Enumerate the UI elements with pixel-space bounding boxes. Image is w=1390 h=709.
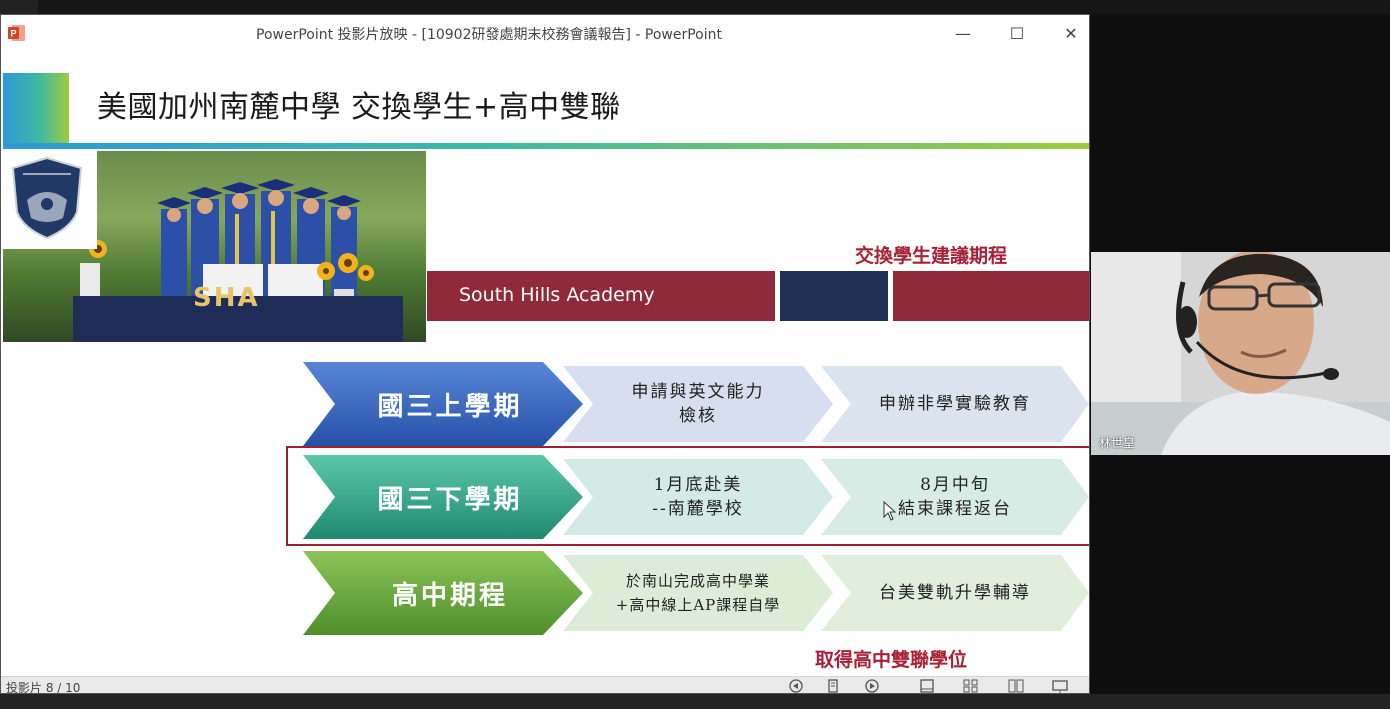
- next-slide-icon[interactable]: [863, 678, 881, 694]
- powerpoint-window: P PowerPoint 投影片放映 - [10902研發處期末校務會議報告] …: [0, 14, 1090, 694]
- title-underline: [3, 143, 1089, 149]
- slideshow-view-icon[interactable]: [1051, 678, 1069, 694]
- slide-title: 美國加州南麓中學 交換學生+高中雙聯: [97, 90, 621, 125]
- step-3-2: 台美雙軌升學輔導: [821, 555, 1089, 631]
- maximize-button[interactable]: ☐: [1002, 21, 1032, 45]
- step-line: 申請與英文能力: [631, 382, 765, 402]
- step-line: --南麓學校: [652, 499, 744, 519]
- step-2-1: 1月底赴美 --南麓學校: [563, 459, 833, 535]
- term-label-3: 高中期程: [391, 580, 508, 611]
- step-3-1: 於南山完成高中學業 +高中線上AP課程自學: [563, 555, 833, 631]
- step-line: 申辦非學實驗教育: [879, 394, 1031, 414]
- participant-name: 林世皇: [1099, 436, 1136, 450]
- title-accent-block: [3, 73, 69, 143]
- navy-banner-segment: [780, 271, 888, 321]
- slide-canvas[interactable]: 美國加州南麓中學 交換學生+高中雙聯 SHA 交換學生建議期程 South Hi…: [3, 51, 1089, 676]
- top-left-stub: [0, 0, 38, 14]
- step-line: +高中線上AP課程自學: [615, 596, 781, 614]
- step-line: 檢核: [679, 406, 717, 426]
- status-bar: 投影片 8 / 10: [1, 676, 1089, 694]
- step-text-1-2: 申辦非學實驗教育: [821, 366, 1089, 442]
- term-arrow-2: 國三下學期: [303, 455, 583, 539]
- term-label-1: 國三上學期: [377, 391, 523, 422]
- suggested-schedule-label: 交換學生建議期程: [855, 245, 1008, 267]
- window-title: PowerPoint 投影片放映 - [10902研發處期末校務會議報告] - …: [256, 27, 722, 43]
- sha-sign: SHA: [193, 283, 260, 313]
- slide-menu-icon[interactable]: [824, 678, 842, 694]
- shield-icon: [11, 156, 83, 240]
- step-text-3-1: 於南山完成高中學業 +高中線上AP課程自學: [563, 555, 833, 631]
- slide-counter: 投影片 8 / 10: [6, 681, 81, 694]
- svg-text:P: P: [10, 29, 16, 39]
- step-line: 台美雙軌升學輔導: [879, 583, 1031, 603]
- participant-video: [1091, 252, 1390, 455]
- term-arrow-1: 國三上學期: [303, 362, 583, 446]
- slide-sorter-icon[interactable]: [962, 678, 980, 694]
- step-line: 結束課程返台: [898, 499, 1012, 519]
- reading-view-icon[interactable]: [1007, 678, 1025, 694]
- previous-slide-icon[interactable]: [787, 678, 805, 694]
- term-arrow-3: 高中期程: [303, 551, 583, 635]
- bottom-screen-strip: [0, 694, 1390, 709]
- result-label: 取得高中雙聯學位: [815, 649, 968, 671]
- top-screen-strip: [0, 0, 1390, 14]
- step-line: 1月底赴美: [653, 475, 743, 495]
- step-2-2: 8月中旬結束課程返台: [821, 459, 1089, 535]
- minimize-button[interactable]: —: [948, 21, 978, 45]
- webcam-feed: 林世皇: [1091, 252, 1390, 455]
- title-bar[interactable]: P PowerPoint 投影片放映 - [10902研發處期末校務會議報告] …: [1, 15, 1089, 50]
- south-hills-logo: [3, 151, 97, 249]
- step-text-1-1: 申請與英文能力 檢核: [563, 366, 833, 442]
- normal-view-icon[interactable]: [918, 678, 936, 694]
- step-text-2-2: 8月中旬結束課程返台: [821, 459, 1089, 535]
- step-text-3-2: 台美雙軌升學輔導: [821, 555, 1089, 631]
- step-1-1: 申請與英文能力 檢核: [563, 366, 833, 442]
- step-1-2: 申辦非學實驗教育: [821, 366, 1089, 442]
- maroon-banner-right: [893, 271, 1089, 321]
- academy-name: South Hills Academy: [459, 284, 655, 306]
- term-label-2: 國三下學期: [377, 484, 523, 515]
- mouse-cursor-icon: [883, 501, 897, 521]
- step-line: 於南山完成高中學業: [625, 572, 770, 590]
- step-text-2-1: 1月底赴美 --南麓學校: [563, 459, 833, 535]
- step-line: 8月中旬: [920, 475, 990, 495]
- powerpoint-app-icon: P: [8, 25, 25, 41]
- close-button[interactable]: ✕: [1056, 21, 1086, 45]
